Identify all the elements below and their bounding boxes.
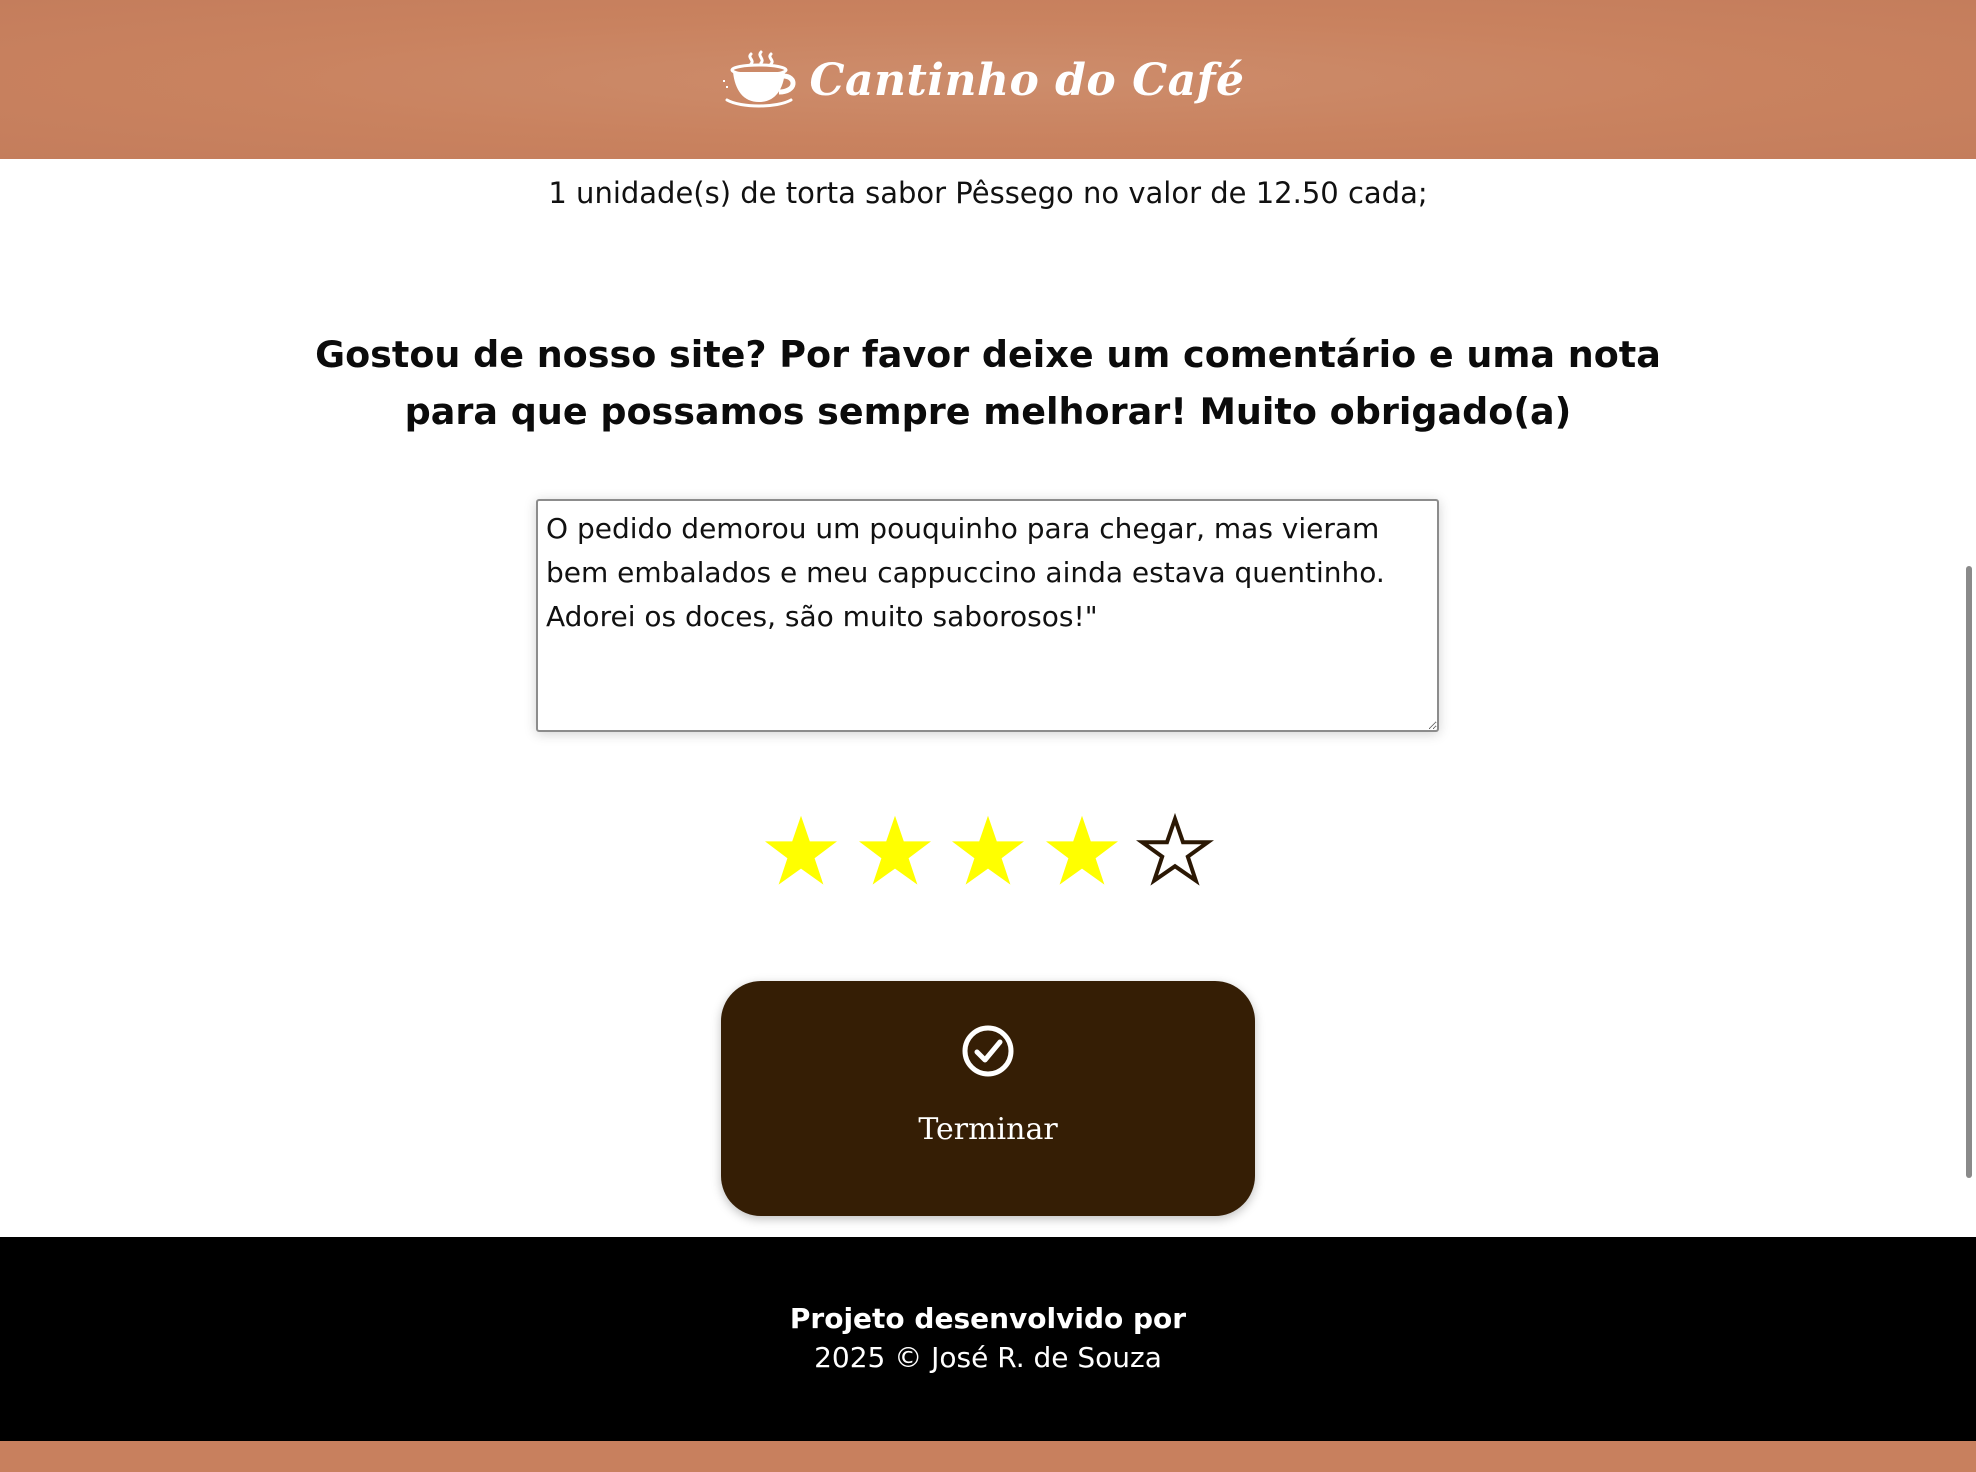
bottom-decorative-strip [0, 1441, 1976, 1472]
site-header: Cantinho do Café [0, 0, 1976, 159]
star-5[interactable] [1130, 806, 1220, 896]
coffee-cup-icon [723, 50, 796, 107]
star-filled-icon [765, 815, 837, 885]
brand[interactable]: Cantinho do Café [721, 50, 1244, 110]
star-2[interactable] [850, 806, 940, 896]
star-1[interactable] [756, 806, 846, 896]
footer-copyright: 2025 © José R. de Souza [814, 1341, 1162, 1374]
footer-credit-title: Projeto desenvolvido por [789, 1302, 1187, 1335]
finish-button-label: Terminar [918, 1112, 1058, 1147]
rating-stars [756, 806, 1220, 896]
page: Cantinho do Café 1 unidade(s) de torta s… [0, 0, 1976, 1472]
comment-textarea[interactable]: O pedido demorou um pouquinho para chega… [536, 499, 1439, 732]
feedback-prompt: Gostou de nosso site? Por favor deixe um… [315, 333, 1661, 433]
star-filled-icon [952, 815, 1024, 885]
order-summary-line: 1 unidade(s) de torta sabor Pêssego no v… [548, 176, 1428, 210]
check-circle-icon [962, 1025, 1014, 1077]
star-empty-icon [1135, 812, 1215, 886]
finish-button[interactable]: Terminar [721, 981, 1255, 1216]
scrollbar-thumb[interactable] [1966, 566, 1972, 1178]
brand-title: Cantinho do Café [809, 54, 1245, 106]
site-footer: Projeto desenvolvido por 2025 © José R. … [0, 1237, 1976, 1441]
star-filled-icon [858, 815, 931, 885]
star-3[interactable] [943, 806, 1033, 896]
star-filled-icon [1045, 815, 1118, 885]
star-4[interactable] [1037, 806, 1127, 896]
